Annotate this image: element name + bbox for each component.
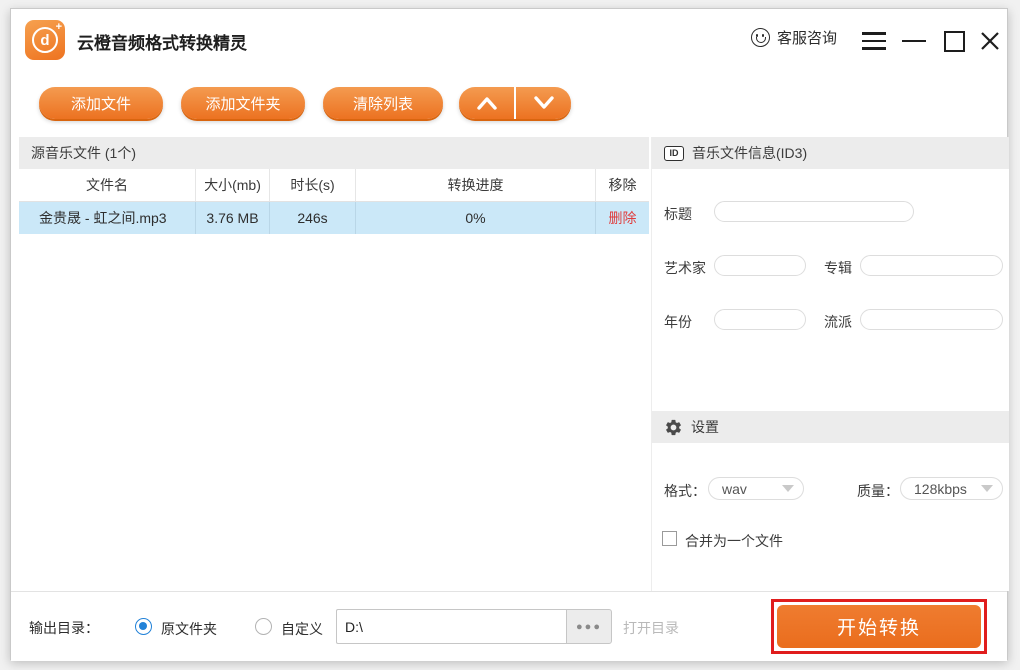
browse-button[interactable]: ●●● <box>566 609 612 644</box>
reorder-control <box>459 87 571 119</box>
chevron-down-icon <box>533 95 555 111</box>
source-files-header: 源音乐文件 (1个) <box>19 137 649 169</box>
delete-link[interactable]: 删除 <box>609 208 637 228</box>
artist-field[interactable] <box>714 255 806 276</box>
add-folder-button[interactable]: 添加文件夹 <box>181 87 305 119</box>
titlebar: d + 云橙音频格式转换精灵 客服咨询 <box>11 9 1007 71</box>
genre-field[interactable] <box>860 309 1003 330</box>
customer-support-button[interactable]: 客服咨询 <box>751 27 837 48</box>
cell-duration: 246s <box>270 202 356 234</box>
annotation-highlight-box: 开始转换 <box>771 599 987 654</box>
year-field-label: 年份 <box>664 312 692 332</box>
file-table-header: 文件名 大小(mb) 时长(s) 转换进度 移除 <box>19 169 649 202</box>
start-convert-button[interactable]: 开始转换 <box>777 605 981 648</box>
smiley-icon <box>751 28 770 47</box>
column-filename: 文件名 <box>19 169 196 201</box>
format-label: 格式： <box>664 481 706 501</box>
toolbar: 添加文件 添加文件夹 清除列表 <box>11 87 1007 121</box>
album-field-label: 专辑 <box>824 258 852 278</box>
genre-field-label: 流派 <box>824 312 852 332</box>
custom-folder-label[interactable]: 自定义 <box>281 619 323 639</box>
merge-checkbox[interactable] <box>662 531 677 546</box>
id3-icon: ID <box>664 146 684 161</box>
id3-section-title: 音乐文件信息(ID3) <box>692 143 807 163</box>
dropdown-arrow-icon <box>782 485 794 492</box>
format-dropdown[interactable]: wav <box>708 477 804 500</box>
output-dir-label: 输出目录： <box>29 618 99 638</box>
album-field[interactable] <box>860 255 1003 276</box>
source-files-panel: 源音乐文件 (1个) 文件名 大小(mb) 时长(s) 转换进度 移除 金贵晟 … <box>19 137 649 591</box>
column-remove: 移除 <box>596 169 649 201</box>
open-directory-link[interactable]: 打开目录 <box>623 618 679 638</box>
artist-field-label: 艺术家 <box>664 258 706 278</box>
settings-section-title: 设置 <box>691 417 719 437</box>
cell-filename: 金贵晟 - 虹之间.mp3 <box>19 202 196 234</box>
move-down-button[interactable] <box>516 87 571 119</box>
app-window: d + 云橙音频格式转换精灵 客服咨询 添加文件 添加文件夹 清除列表 <box>10 8 1008 660</box>
info-settings-panel: ID 音乐文件信息(ID3) 标题 艺术家 专辑 年份 流派 设置 格式： wa… <box>651 137 1009 591</box>
maximize-icon[interactable] <box>939 28 969 54</box>
id3-section-header: ID 音乐文件信息(ID3) <box>652 137 1009 169</box>
app-logo-icon: d + <box>25 20 65 60</box>
minimize-icon[interactable] <box>899 28 929 54</box>
support-label: 客服咨询 <box>777 27 837 48</box>
settings-section-header: 设置 <box>652 411 1009 443</box>
cell-size: 3.76 MB <box>196 202 270 234</box>
chevron-up-icon <box>476 95 498 111</box>
move-up-button[interactable] <box>459 87 516 119</box>
format-value: wav <box>722 481 747 497</box>
menu-icon[interactable] <box>859 28 889 54</box>
custom-folder-radio[interactable] <box>255 618 272 635</box>
column-progress: 转换进度 <box>356 169 596 201</box>
title-field[interactable] <box>714 201 914 222</box>
dropdown-arrow-icon <box>981 485 993 492</box>
quality-value: 128kbps <box>914 481 967 497</box>
column-duration: 时长(s) <box>270 169 356 201</box>
gear-icon <box>664 418 683 437</box>
original-folder-label[interactable]: 原文件夹 <box>161 619 217 639</box>
cell-progress: 0% <box>356 202 596 234</box>
original-folder-radio[interactable] <box>135 618 152 635</box>
year-field[interactable] <box>714 309 806 330</box>
quality-dropdown[interactable]: 128kbps <box>900 477 1003 500</box>
clear-list-button[interactable]: 清除列表 <box>323 87 443 119</box>
add-files-button[interactable]: 添加文件 <box>39 87 163 119</box>
close-icon[interactable] <box>975 28 1005 54</box>
bottom-bar: 输出目录： 原文件夹 自定义 ●●● 打开目录 开始转换 <box>11 591 1007 661</box>
title-field-label: 标题 <box>664 204 692 224</box>
window-title: 云橙音频格式转换精灵 <box>77 29 247 54</box>
merge-checkbox-label: 合并为一个文件 <box>685 531 783 551</box>
column-size: 大小(mb) <box>196 169 270 201</box>
cell-remove: 删除 <box>596 202 649 234</box>
table-row[interactable]: 金贵晟 - 虹之间.mp3 3.76 MB 246s 0% 删除 <box>19 202 649 234</box>
source-files-title: 源音乐文件 (1个) <box>31 143 136 163</box>
quality-label: 质量： <box>857 481 899 501</box>
output-path-group: ●●● <box>336 609 612 644</box>
output-path-input[interactable] <box>336 609 566 644</box>
